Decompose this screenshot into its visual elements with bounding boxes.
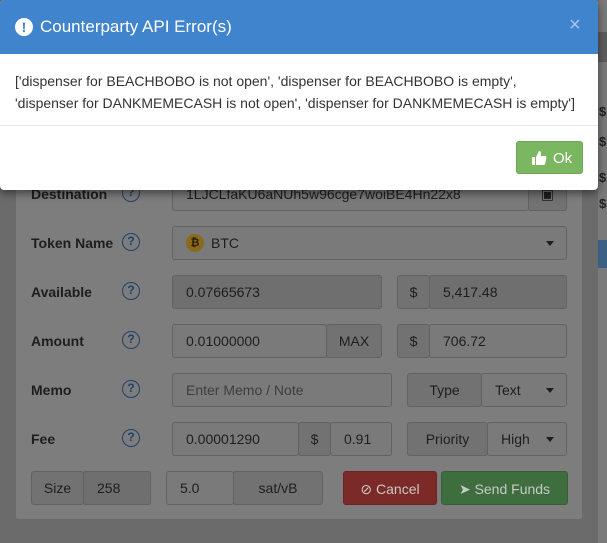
send-funds-button-label: Send Funds — [474, 481, 551, 497]
token-select-value: BTC — [211, 235, 239, 251]
amount-usd-input[interactable]: 706.72 — [429, 324, 567, 358]
priority-label: Priority — [407, 422, 488, 456]
bitcoin-icon: ₿ — [186, 234, 204, 252]
send-funds-button[interactable]: ➤ Send Funds — [441, 471, 568, 505]
max-button[interactable]: MAX — [326, 324, 382, 358]
send-form-panel: Destination ? 1LJCLfaKU6aNUh5w96cge7woiB… — [15, 168, 583, 520]
backdrop-dollar-mark: $ — [599, 134, 607, 149]
cancel-icon: ⊘ — [360, 481, 373, 497]
backdrop-right-strip: $ $ $ $ — [598, 0, 607, 543]
chevron-down-icon — [546, 241, 554, 246]
cancel-button-label: Cancel — [376, 481, 420, 497]
token-label: Token Name — [31, 235, 114, 251]
available-currency: $ — [397, 275, 430, 309]
token-row: Token Name ? ₿ BTC — [16, 226, 582, 260]
backdrop-dollar-mark: $ — [599, 104, 607, 119]
backdrop-row — [598, 32, 607, 62]
help-icon[interactable]: ? — [122, 282, 140, 300]
exclamation-circle-icon: ! — [15, 18, 33, 36]
memo-row: Memo ? Enter Memo / Note Type Text — [16, 373, 582, 407]
backdrop-dollar-mark: $ — [599, 170, 607, 185]
fee-input[interactable]: 0.00001290 — [172, 422, 299, 456]
fee-rate-input[interactable]: 5.0 — [166, 471, 234, 505]
backdrop-blue-bar — [598, 240, 607, 268]
modal-header: ! Counterparty API Error(s) × — [0, 0, 598, 54]
chevron-down-icon — [546, 437, 554, 442]
size-value: 258 — [83, 471, 151, 505]
fee-currency: $ — [298, 422, 331, 456]
memo-placeholder: Enter Memo / Note — [186, 382, 304, 398]
modal-title: Counterparty API Error(s) — [40, 17, 232, 36]
available-label: Available — [31, 284, 92, 300]
backdrop-dollar-mark: $ — [599, 196, 607, 211]
amount-row: Amount ? 0.01000000 MAX $ 706.72 — [16, 324, 582, 358]
priority-value: High — [501, 431, 530, 447]
amount-currency: $ — [397, 324, 430, 358]
memo-type-select[interactable]: Text — [481, 373, 567, 407]
cancel-button[interactable]: ⊘ Cancel — [343, 471, 437, 505]
amount-input[interactable]: 0.01000000 — [172, 324, 327, 358]
thumbs-up-icon — [531, 150, 547, 170]
fee-rate-unit: sat/vB — [233, 471, 323, 505]
memo-type-label: Type — [407, 373, 482, 407]
memo-type-value: Text — [495, 382, 521, 398]
error-message-line: 'dispenser for DANKMEMECASH is not open'… — [15, 95, 575, 111]
paper-plane-icon: ➤ — [458, 481, 471, 497]
fee-usd-input[interactable]: 0.91 — [330, 422, 392, 456]
error-message-line: ['dispenser for BEACHBOBO is not open', … — [15, 73, 517, 89]
memo-label: Memo — [31, 382, 72, 398]
fee-label: Fee — [31, 431, 56, 447]
help-icon[interactable]: ? — [122, 233, 140, 251]
help-icon[interactable]: ? — [122, 380, 140, 398]
size-label: Size — [31, 471, 84, 505]
help-icon[interactable]: ? — [122, 429, 140, 447]
fee-row: Fee ? 0.00001290 $ 0.91 Priority High — [16, 422, 582, 456]
api-error-modal: ! Counterparty API Error(s) × ['dispense… — [0, 0, 598, 190]
tx-size-row: Size 258 5.0 sat/vB ⊘ Cancel ➤ Send Fund… — [16, 471, 582, 505]
available-row: Available ? 0.07665673 $ 5,417.48 — [16, 275, 582, 309]
help-icon[interactable]: ? — [122, 331, 140, 349]
amount-label: Amount — [31, 333, 84, 349]
available-value: 0.07665673 — [172, 275, 382, 309]
priority-select[interactable]: High — [487, 422, 567, 456]
modal-body: ['dispenser for BEACHBOBO is not open', … — [0, 54, 598, 126]
chevron-down-icon — [546, 388, 554, 393]
available-usd: 5,417.48 — [429, 275, 567, 309]
close-icon[interactable]: × — [569, 15, 581, 35]
ok-button-label: Ok — [553, 150, 573, 167]
memo-input[interactable]: Enter Memo / Note — [172, 373, 392, 407]
ok-button[interactable]: Ok — [516, 141, 583, 174]
token-select[interactable]: ₿ BTC — [172, 226, 567, 260]
